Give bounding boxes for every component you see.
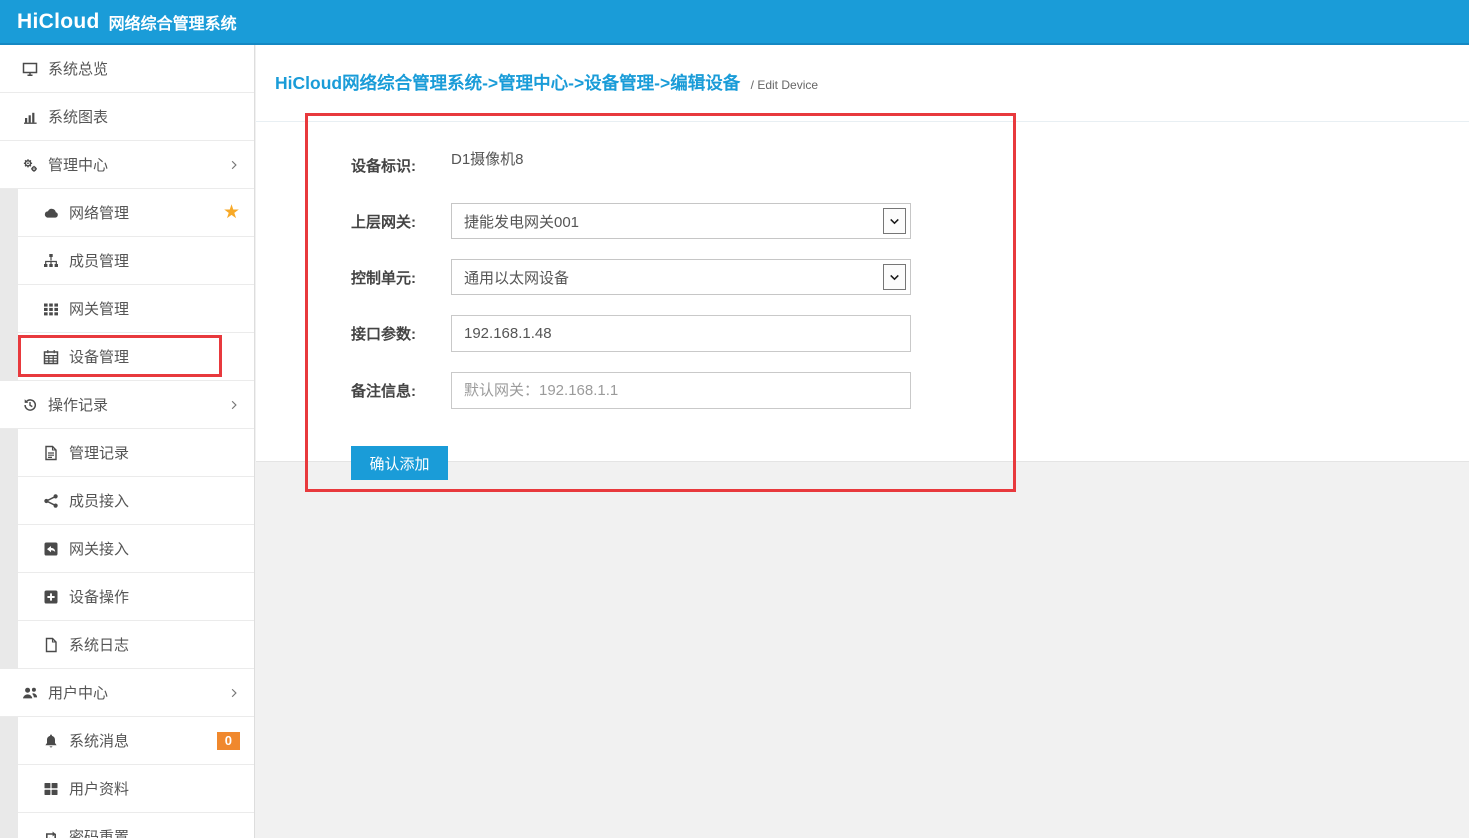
content-panel: HiCloud网络综合管理系统->管理中心->设备管理->编辑设备 / Edit… bbox=[256, 45, 1469, 462]
control-unit-select[interactable]: 通用以太网设备 bbox=[451, 259, 911, 295]
sidebar-item-label: 密码重置 bbox=[69, 826, 129, 838]
sidebar-item-label: 网关管理 bbox=[69, 298, 129, 319]
breadcrumb: HiCloud网络综合管理系统->管理中心->设备管理->编辑设备 / Edit… bbox=[256, 45, 1469, 122]
form-row-remarks: 备注信息: bbox=[351, 372, 1469, 409]
chevron-down-icon bbox=[888, 272, 901, 283]
breadcrumb-subtitle: / Edit Device bbox=[751, 78, 818, 92]
remarks-input[interactable] bbox=[451, 372, 911, 409]
chevron-down-icon bbox=[888, 216, 901, 227]
interface-params-label: 接口参数: bbox=[351, 323, 425, 344]
bar-chart-icon bbox=[21, 109, 39, 125]
retweet-icon bbox=[42, 829, 60, 838]
sitemap-icon bbox=[42, 253, 60, 269]
message-count-badge: 0 bbox=[217, 732, 240, 750]
chevron-right-icon bbox=[228, 686, 240, 700]
sidebar-item-label: 网关接入 bbox=[69, 538, 129, 559]
share-icon bbox=[42, 493, 60, 509]
sidebar-item-label: 系统总览 bbox=[48, 58, 108, 79]
sidebar-item-gateway-management[interactable]: 网关管理 bbox=[18, 285, 254, 333]
sidebar-item-label: 管理中心 bbox=[48, 154, 108, 175]
sidebar-item-device-operations[interactable]: 设备操作 bbox=[18, 573, 254, 621]
plus-square-icon bbox=[42, 589, 60, 605]
users-icon bbox=[21, 685, 39, 701]
sidebar-nav: 系统总览 系统图表 管理中心 网络管理 ★ 成员管理 网关管理 设备管理 操作记… bbox=[0, 45, 255, 838]
sidebar-item-network-management[interactable]: 网络管理 ★ bbox=[18, 189, 254, 237]
sidebar-item-gateway-access[interactable]: 网关接入 bbox=[18, 525, 254, 573]
sidebar-item-label: 成员接入 bbox=[69, 490, 129, 511]
sidebar-item-label: 操作记录 bbox=[48, 394, 108, 415]
form-row-control-unit: 控制单元: 通用以太网设备 bbox=[351, 259, 1469, 295]
dropdown-arrow-button[interactable] bbox=[883, 264, 906, 290]
file-icon bbox=[42, 637, 60, 653]
grid-icon bbox=[42, 301, 60, 317]
sidebar-item-label: 管理记录 bbox=[69, 442, 129, 463]
admin-center-submenu: 网络管理 ★ 成员管理 网关管理 设备管理 bbox=[0, 189, 254, 381]
dropdown-arrow-button[interactable] bbox=[883, 208, 906, 234]
upper-gateway-selected-value: 捷能发电网关001 bbox=[464, 211, 579, 232]
remarks-label: 备注信息: bbox=[351, 380, 425, 401]
sidebar-item-label: 网络管理 bbox=[69, 202, 129, 223]
gears-icon bbox=[21, 157, 39, 173]
app-header: HiCloud 网络综合管理系统 bbox=[0, 0, 1469, 45]
sidebar-item-label: 设备管理 bbox=[69, 346, 129, 367]
breadcrumb-path: HiCloud网络综合管理系统->管理中心->设备管理->编辑设备 bbox=[275, 73, 740, 93]
sidebar-item-label: 系统消息 bbox=[69, 730, 129, 751]
sidebar-item-admin-records[interactable]: 管理记录 bbox=[18, 429, 254, 477]
sidebar-item-admin-center[interactable]: 管理中心 bbox=[0, 141, 254, 189]
control-unit-selected-value: 通用以太网设备 bbox=[464, 267, 569, 288]
app-title: 网络综合管理系统 bbox=[109, 10, 237, 34]
sidebar-item-system-messages[interactable]: 系统消息 0 bbox=[18, 717, 254, 765]
sidebar-item-label: 用户资料 bbox=[69, 778, 129, 799]
sidebar-item-device-management[interactable]: 设备管理 bbox=[18, 333, 254, 381]
upper-gateway-select[interactable]: 捷能发电网关001 bbox=[451, 203, 911, 239]
edit-device-form: 设备标识: D1摄像机8 上层网关: 捷能发电网关001 控制单元: 通用以太网… bbox=[256, 122, 1469, 480]
sidebar-item-label: 成员管理 bbox=[69, 250, 129, 271]
confirm-add-button[interactable]: 确认添加 bbox=[351, 446, 448, 480]
th-large-icon bbox=[42, 781, 60, 797]
operation-records-submenu: 管理记录 成员接入 网关接入 设备操作 系统日志 bbox=[0, 429, 254, 669]
star-icon: ★ bbox=[223, 203, 240, 222]
form-row-interface-params: 接口参数: bbox=[351, 315, 1469, 352]
form-row-upper-gateway: 上层网关: 捷能发电网关001 bbox=[351, 203, 1469, 239]
main-content: HiCloud网络综合管理系统->管理中心->设备管理->编辑设备 / Edit… bbox=[256, 45, 1469, 838]
device-id-label: 设备标识: bbox=[351, 147, 425, 176]
upper-gateway-label: 上层网关: bbox=[351, 211, 425, 232]
sidebar-item-member-access[interactable]: 成员接入 bbox=[18, 477, 254, 525]
control-unit-label: 控制单元: bbox=[351, 267, 425, 288]
sidebar-item-label: 设备操作 bbox=[69, 586, 129, 607]
sidebar-item-system-logs[interactable]: 系统日志 bbox=[18, 621, 254, 669]
device-id-value: D1摄像机8 bbox=[451, 147, 524, 169]
sidebar-item-system-overview[interactable]: 系统总览 bbox=[0, 45, 254, 93]
calendar-icon bbox=[42, 349, 60, 365]
sidebar-item-user-center[interactable]: 用户中心 bbox=[0, 669, 254, 717]
bell-icon bbox=[42, 733, 60, 749]
interface-params-input[interactable] bbox=[451, 315, 911, 352]
sidebar-item-label: 系统日志 bbox=[69, 634, 129, 655]
cloud-icon bbox=[42, 205, 60, 221]
share-square-icon bbox=[42, 541, 60, 557]
history-icon bbox=[21, 397, 39, 413]
form-row-device-id: 设备标识: D1摄像机8 bbox=[351, 147, 1469, 193]
desktop-icon bbox=[21, 61, 39, 77]
user-center-submenu: 系统消息 0 用户资料 密码重置 bbox=[0, 717, 254, 838]
sidebar-item-user-profile[interactable]: 用户资料 bbox=[18, 765, 254, 813]
file-text-icon bbox=[42, 445, 60, 461]
sidebar-item-member-management[interactable]: 成员管理 bbox=[18, 237, 254, 285]
chevron-right-icon bbox=[228, 158, 240, 172]
sidebar-item-password-reset[interactable]: 密码重置 bbox=[18, 813, 254, 838]
brand-logo: HiCloud bbox=[17, 10, 100, 34]
sidebar-item-label: 用户中心 bbox=[48, 682, 108, 703]
sidebar-item-operation-records[interactable]: 操作记录 bbox=[0, 381, 254, 429]
sidebar-item-label: 系统图表 bbox=[48, 106, 108, 127]
sidebar-item-system-charts[interactable]: 系统图表 bbox=[0, 93, 254, 141]
chevron-right-icon bbox=[228, 398, 240, 412]
